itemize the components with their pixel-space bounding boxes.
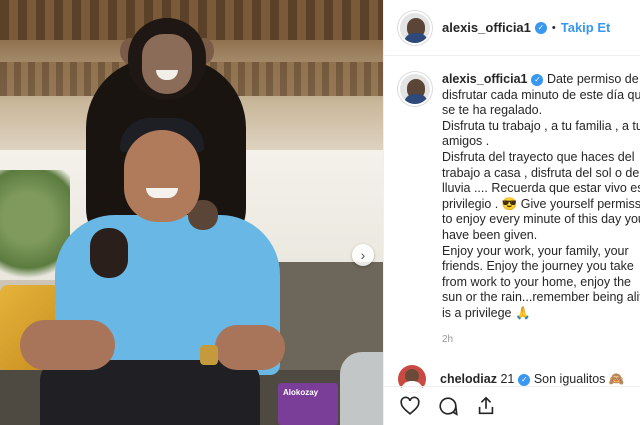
verified-badge-icon: ✓ xyxy=(534,21,547,34)
man-face xyxy=(124,130,200,222)
carousel-next-button[interactable]: › xyxy=(352,244,374,266)
comment-text: chelodiaz 21 ✓ Son igualitos 🙈 xyxy=(440,372,624,387)
caption-line: amigos . xyxy=(442,134,490,149)
comment-icon[interactable] xyxy=(436,394,460,418)
verified-badge-icon: ✓ xyxy=(518,373,531,386)
post-actions xyxy=(384,386,640,425)
man-arm-left xyxy=(20,320,115,370)
author-avatar[interactable] xyxy=(398,10,432,45)
heart-icon[interactable] xyxy=(398,394,422,418)
caption-line: friends. Enjoy the journey you take xyxy=(442,259,634,274)
caption-body: alexis_officia1 ✓ Date permiso de disfrut… xyxy=(442,72,640,347)
book-title: Alokozay xyxy=(283,388,319,397)
caption-line: Enjoy your work, your family, your xyxy=(442,243,629,258)
caption-author-username[interactable]: alexis_officia1 xyxy=(442,72,527,86)
caption-line: from work to your home, enjoy the xyxy=(442,274,631,289)
man-arm-right xyxy=(215,325,285,370)
caption-line: disfrutar cada minuto de este día que xyxy=(442,87,640,102)
caption-line: have been given. xyxy=(442,227,538,242)
man-smile xyxy=(146,188,178,198)
chimpanzee-hand-left xyxy=(90,228,128,278)
caption-line: sun or the rain...remember being alive xyxy=(442,290,640,305)
caption-line: is a privilege 🙏 xyxy=(442,305,531,320)
wrist-watch xyxy=(200,345,218,365)
post-caption: alexis_officia1 ✓ Date permiso de disfrut… xyxy=(398,72,640,347)
separator-dot: • xyxy=(551,21,556,34)
caption-line: Disfruta del trayecto que haces del xyxy=(442,149,635,164)
commenter-username[interactable]: chelodiaz xyxy=(440,372,497,386)
post-photo[interactable]: Alokozay › xyxy=(0,0,383,425)
post-timestamp[interactable]: 2h xyxy=(442,332,640,348)
chevron-right-icon: › xyxy=(360,247,366,263)
caption-line: to enjoy every minute of this day you xyxy=(442,212,640,227)
caption-line: alexis_officia1 ✓ Date permiso de xyxy=(442,72,639,86)
post-sidebar: alexis_officia1 ✓ • Takip Et alexis_offi… xyxy=(383,0,640,425)
verified-badge-icon: ✓ xyxy=(531,74,544,86)
follow-button[interactable]: Takip Et xyxy=(561,20,611,35)
caption-line: Disfruta tu trabajo , a tu familia , a t… xyxy=(442,118,640,133)
caption-line: trabajo a casa , disfruta del sol o de l… xyxy=(442,165,640,180)
comment-body: Son igualitos 🙈 xyxy=(533,371,625,386)
caption-author-avatar[interactable] xyxy=(398,72,432,106)
chimpanzee-face xyxy=(142,34,192,94)
caption-line: lluvia .... Recuerda que estar vivo es u… xyxy=(442,181,640,196)
post-header: alexis_officia1 ✓ • Takip Et xyxy=(384,0,640,56)
comment-number: 21 xyxy=(500,371,515,386)
author-username[interactable]: alexis_officia1 xyxy=(442,20,531,35)
share-icon[interactable] xyxy=(474,394,498,418)
caption-line: privilegio . 😎 Give yourself permission xyxy=(442,196,640,211)
caption-line: se te ha regalado. xyxy=(442,103,543,118)
grey-cup xyxy=(340,352,383,425)
